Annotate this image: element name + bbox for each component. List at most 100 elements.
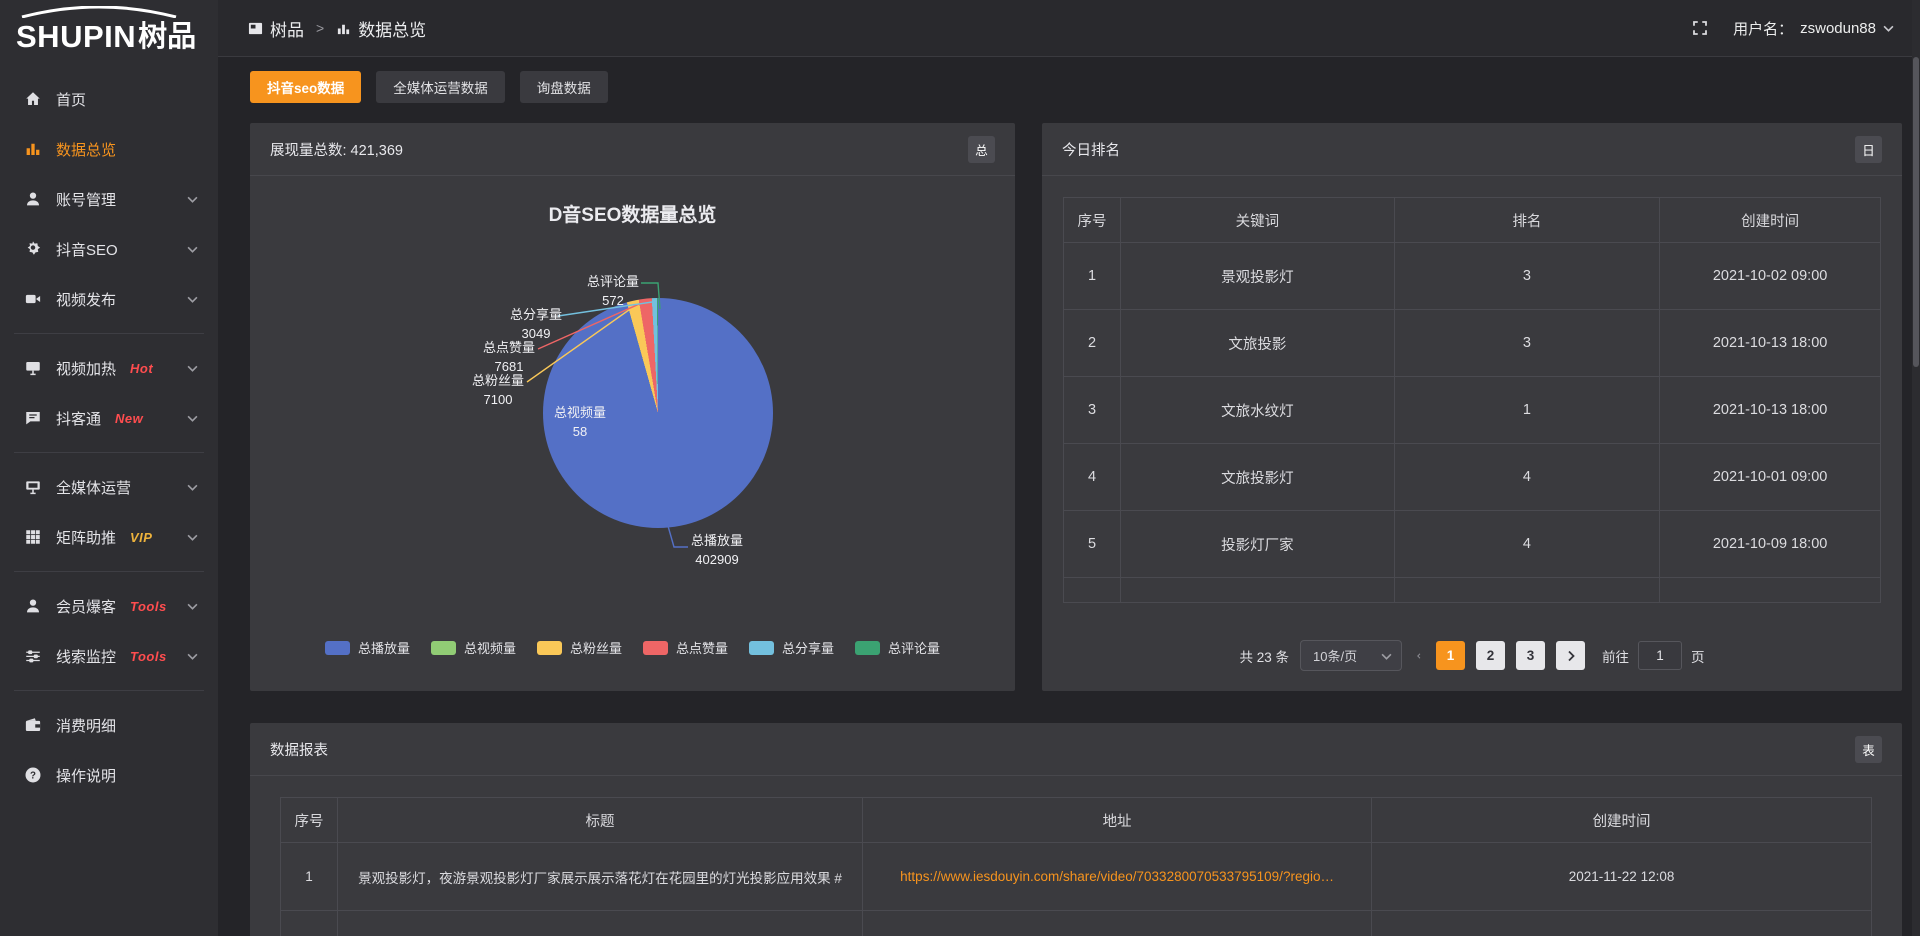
sidebar-divider: [14, 571, 204, 572]
legend-label: 总粉丝量: [570, 638, 622, 657]
prev-page-button[interactable]: [1413, 650, 1425, 662]
sidebar-item-tag: Hot: [130, 361, 153, 376]
page-size-label: 10条/页: [1313, 646, 1357, 665]
report-title-cell: 景观投影灯，夜游景观投影灯厂家展示展示落花灯在花园里的灯光投影应用效果 #: [338, 843, 863, 911]
sidebar-item-2[interactable]: 账号管理: [0, 174, 218, 224]
sidebar-item-label: 会员爆客: [56, 596, 116, 617]
sidebar-item-label: 抖客通: [56, 408, 101, 429]
report-link[interactable]: https://www.iesdouyin.com/share/video/70…: [900, 869, 1334, 884]
table-cell: [1394, 578, 1660, 603]
sidebar-item-4[interactable]: 视频发布: [0, 274, 218, 324]
sidebar-item-label: 账号管理: [56, 189, 116, 210]
legend-item[interactable]: 总粉丝量: [537, 638, 622, 657]
sidebar-item-tag: Tools: [130, 649, 167, 664]
table-cell: 景观投影灯: [1121, 243, 1395, 310]
legend-label: 总视频量: [464, 638, 516, 657]
chevron-down-icon: [187, 484, 198, 491]
breadcrumb-label: 树品: [270, 16, 304, 41]
pie-label-value: 58: [538, 423, 622, 442]
overview-panel-header: 展现量总数: 421,369 总: [250, 123, 1015, 176]
legend-item[interactable]: 总评论量: [855, 638, 940, 657]
username-prefix: 用户名：: [1733, 18, 1793, 39]
next-page-button[interactable]: [1556, 641, 1585, 670]
pie-label: 总分享量3049: [494, 306, 578, 344]
help-icon: ?: [24, 766, 42, 784]
page-button-2[interactable]: 2: [1476, 641, 1505, 670]
chevron-down-icon: [187, 365, 198, 372]
table-cell: 文旅水纹灯: [1121, 377, 1395, 444]
legend-item[interactable]: 总视频量: [431, 638, 516, 657]
ranking-panel: 今日排名 日 序号关键词排名创建时间 1景观投影灯32021-10-02 09:…: [1042, 123, 1902, 691]
sidebar-item-5[interactable]: 视频加热Hot: [0, 343, 218, 393]
table-cell: 2021-10-13 18:00: [1660, 377, 1881, 444]
pie-label-name: 总播放量: [675, 532, 759, 551]
legend-item[interactable]: 总分享量: [749, 638, 834, 657]
tab-1[interactable]: 全媒体运营数据: [376, 71, 505, 103]
page-button-3[interactable]: 3: [1516, 641, 1545, 670]
sidebar-item-1[interactable]: 数据总览: [0, 124, 218, 174]
page-size-select[interactable]: 10条/页: [1300, 640, 1402, 671]
chart-legend: 总播放量 总视频量 总粉丝量 总点赞量 总分享量 总评论量: [250, 638, 1015, 657]
sidebar-item-10[interactable]: 线索监控Tools: [0, 631, 218, 681]
user-menu[interactable]: 用户名：zswodun88: [1733, 18, 1894, 39]
logo-arc-icon: [18, 6, 180, 18]
fullscreen-icon[interactable]: [1691, 19, 1709, 37]
home-icon: [24, 90, 42, 108]
sidebar-item-11[interactable]: 消费明细: [0, 700, 218, 750]
pie-label: 总评论量572: [571, 273, 655, 311]
report-header-row: 序号标题地址创建时间: [281, 798, 1872, 843]
column-header: 创建时间: [1660, 198, 1881, 243]
user-icon: [24, 190, 42, 208]
sidebar-item-6[interactable]: 抖客通New: [0, 393, 218, 443]
sidebar-item-9[interactable]: 会员爆客Tools: [0, 581, 218, 631]
table-cell: [1660, 578, 1881, 603]
legend-item[interactable]: 总播放量: [325, 638, 410, 657]
table-badge[interactable]: 表: [1855, 736, 1882, 763]
monitor-icon: [24, 359, 42, 377]
pie-label-name: 总分享量: [494, 306, 578, 325]
svg-text:?: ?: [30, 770, 36, 781]
tab-0[interactable]: 抖音seo数据: [250, 71, 361, 103]
breadcrumb: 树品 > 数据总览: [248, 16, 426, 41]
table-cell: 3: [1064, 377, 1121, 444]
table-cell: 2021-10-02 09:00: [1660, 243, 1881, 310]
pie-label-value: 3049: [494, 325, 578, 344]
goto-page-input[interactable]: [1638, 641, 1682, 670]
legend-item[interactable]: 总点赞量: [643, 638, 728, 657]
total-badge[interactable]: 总: [968, 136, 995, 163]
sidebar-item-0[interactable]: 首页: [0, 74, 218, 124]
legend-swatch: [749, 641, 774, 655]
sidebar-item-7[interactable]: 全媒体运营: [0, 462, 218, 512]
table-cell: 1: [1394, 377, 1660, 444]
ranking-table: 序号关键词排名创建时间 1景观投影灯32021-10-02 09:002文旅投影…: [1063, 197, 1881, 603]
legend-swatch: [537, 641, 562, 655]
breadcrumb-home[interactable]: 树品: [248, 16, 304, 41]
tab-2[interactable]: 询盘数据: [520, 71, 608, 103]
table-row-partial: [1064, 578, 1881, 603]
pie-leader-lines: [250, 176, 1015, 634]
sidebar-item-3[interactable]: 抖音SEO: [0, 224, 218, 274]
legend-label: 总评论量: [888, 638, 940, 657]
table-cell: 3: [1394, 243, 1660, 310]
sidebar-item-label: 操作说明: [56, 765, 116, 786]
legend-swatch: [325, 641, 350, 655]
day-badge[interactable]: 日: [1855, 136, 1882, 163]
logo-text-cn: 树品: [138, 23, 196, 52]
chevron-down-icon: [1883, 25, 1894, 32]
breadcrumb-current[interactable]: 数据总览: [336, 16, 426, 41]
sidebar-item-12[interactable]: ? 操作说明: [0, 750, 218, 800]
scrollbar-thumb[interactable]: [1913, 57, 1919, 367]
page-scrollbar[interactable]: [1912, 0, 1920, 936]
sidebar-item-label: 消费明细: [56, 715, 116, 736]
ranking-header-row: 序号关键词排名创建时间: [1064, 198, 1881, 243]
chevron-down-icon: [187, 246, 198, 253]
content: 抖音seo数据全媒体运营数据询盘数据 展现量总数: 421,369 总 D音SE…: [218, 57, 1920, 936]
legend-swatch: [643, 641, 668, 655]
pie-label: 总播放量402909: [675, 532, 759, 570]
table-row: 3文旅水纹灯12021-10-13 18:00: [1064, 377, 1881, 444]
report-title: 数据报表: [270, 739, 328, 760]
pie-label-name: 总评论量: [571, 273, 655, 292]
table-cell: [863, 911, 1372, 936]
sidebar-item-8[interactable]: 矩阵助推VIP: [0, 512, 218, 562]
page-button-1[interactable]: 1: [1436, 641, 1465, 670]
